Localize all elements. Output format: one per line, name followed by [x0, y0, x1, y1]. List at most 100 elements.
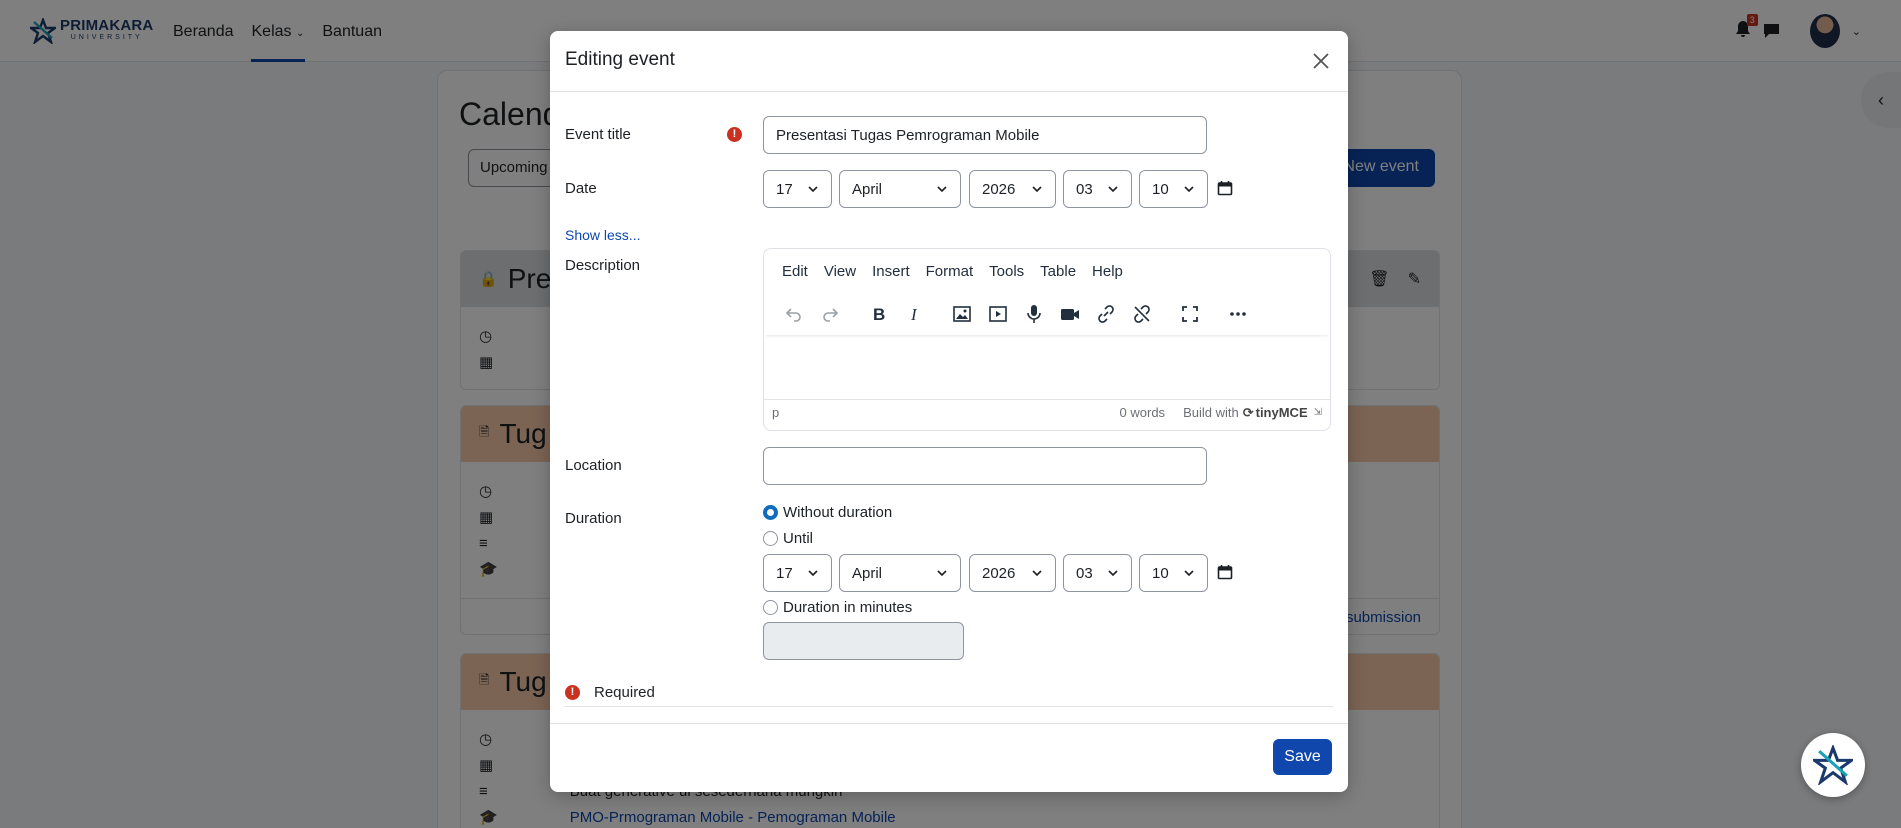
word-count[interactable]: 0 words: [1120, 405, 1166, 420]
menu-help[interactable]: Help: [1084, 263, 1131, 280]
chevron-down-icon: [1032, 570, 1042, 577]
date-month-select[interactable]: April: [839, 170, 961, 208]
duration-minutes-label: Duration in minutes: [783, 599, 913, 616]
insert-image-button[interactable]: [944, 297, 980, 331]
editor-toolbar: B I: [764, 293, 1330, 335]
required-icon: !: [727, 127, 742, 142]
until-year-value: 2026: [982, 564, 1016, 582]
fullscreen-icon: [1182, 306, 1198, 322]
video-camera-icon: [1061, 309, 1079, 320]
calendar-icon[interactable]: [1217, 564, 1233, 580]
assistant-launcher-button[interactable]: [1801, 733, 1865, 797]
event-title-input[interactable]: [763, 116, 1207, 154]
duration-minutes-input[interactable]: [763, 622, 964, 660]
date-minute-value: 10: [1152, 180, 1169, 198]
modal-header: Editing event: [550, 31, 1348, 92]
record-video-button[interactable]: [1052, 297, 1088, 331]
chevron-down-icon: [1108, 186, 1118, 193]
chevron-down-icon: [937, 186, 947, 193]
until-hour-select[interactable]: 03: [1063, 554, 1132, 592]
date-year-select[interactable]: 2026: [969, 170, 1056, 208]
duration-without-option[interactable]: Without duration: [763, 504, 892, 521]
until-month-select[interactable]: April: [839, 554, 961, 592]
redo-button[interactable]: [812, 297, 848, 331]
until-day-select[interactable]: 17: [763, 554, 832, 592]
chevron-down-icon: [808, 186, 818, 193]
duration-without-label: Without duration: [783, 504, 893, 521]
save-button[interactable]: Save: [1273, 739, 1332, 775]
redo-icon: [823, 308, 839, 322]
duration-until-option[interactable]: Until: [763, 530, 813, 547]
image-icon: [953, 306, 971, 322]
description-label: Description: [565, 257, 641, 274]
bold-button[interactable]: B: [860, 297, 896, 331]
date-hour-select[interactable]: 03: [1063, 170, 1132, 208]
required-note: ! Required: [565, 679, 1333, 707]
editor-statusbar: p 0 words Build with ⟳ tinyMCE ⇲: [764, 399, 1330, 425]
link-icon: [1098, 305, 1114, 323]
until-year-select[interactable]: 2026: [969, 554, 1056, 592]
editing-event-modal: Editing event Event title ! Date 17 Apri…: [550, 31, 1348, 792]
microphone-icon: [1027, 305, 1041, 323]
undo-button[interactable]: [776, 297, 812, 331]
date-hour-value: 03: [1076, 180, 1093, 198]
resize-handle-icon[interactable]: ⇲: [1314, 407, 1322, 418]
until-day-value: 17: [776, 564, 793, 582]
location-input[interactable]: [763, 447, 1207, 485]
date-day-select[interactable]: 17: [763, 170, 832, 208]
until-minute-select[interactable]: 10: [1139, 554, 1208, 592]
undo-icon: [785, 308, 801, 322]
build-with-label: Build with: [1183, 405, 1239, 420]
radio-unchecked[interactable]: [763, 600, 778, 615]
description-editor: Edit View Insert Format Tools Table Help…: [763, 248, 1331, 431]
menu-format[interactable]: Format: [918, 263, 982, 280]
menu-table[interactable]: Table: [1032, 263, 1084, 280]
required-icon: !: [565, 685, 580, 700]
modal-title: Editing event: [565, 49, 675, 70]
element-path[interactable]: p: [772, 405, 779, 420]
date-year-value: 2026: [982, 180, 1016, 198]
date-month-value: April: [852, 180, 883, 198]
fullscreen-button[interactable]: [1172, 297, 1208, 331]
radio-unchecked[interactable]: [763, 531, 778, 546]
close-icon[interactable]: [1311, 51, 1331, 71]
menu-insert[interactable]: Insert: [864, 263, 918, 280]
svg-text:I: I: [910, 305, 918, 324]
chevron-down-icon: [1184, 186, 1194, 193]
primakara-logo-icon: [1813, 745, 1853, 785]
required-text: Required: [594, 684, 655, 701]
chevron-down-icon: [1108, 570, 1118, 577]
svg-text:B: B: [873, 305, 885, 324]
date-minute-select[interactable]: 10: [1139, 170, 1208, 208]
more-button[interactable]: [1220, 297, 1256, 331]
event-title-label: Event title: [565, 126, 631, 143]
more-icon: [1230, 312, 1246, 316]
chevron-down-icon: [937, 570, 947, 577]
calendar-icon[interactable]: [1217, 180, 1233, 196]
menu-view[interactable]: View: [816, 263, 864, 280]
italic-button[interactable]: I: [896, 297, 932, 331]
chevron-down-icon: [1032, 186, 1042, 193]
chevron-down-icon: [808, 570, 818, 577]
date-label: Date: [565, 180, 597, 197]
duration-until-label: Until: [783, 530, 814, 547]
editor-content-area[interactable]: [764, 335, 1330, 399]
menu-tools[interactable]: Tools: [981, 263, 1032, 280]
link-button[interactable]: [1088, 297, 1124, 331]
unlink-button[interactable]: [1124, 297, 1160, 331]
menu-edit[interactable]: Edit: [774, 263, 816, 280]
until-month-value: April: [852, 564, 883, 582]
duration-label: Duration: [565, 510, 622, 527]
until-minute-value: 10: [1152, 564, 1169, 582]
insert-media-button[interactable]: [980, 297, 1016, 331]
duration-minutes-option[interactable]: Duration in minutes: [763, 599, 912, 616]
chevron-down-icon: [1184, 570, 1194, 577]
unlink-icon: [1134, 305, 1150, 323]
tinymce-logo-icon[interactable]: ⟳: [1243, 405, 1254, 421]
date-day-value: 17: [776, 180, 793, 198]
show-less-link[interactable]: Show less...: [565, 227, 640, 243]
tinymce-brand[interactable]: tinyMCE: [1256, 405, 1308, 420]
record-audio-button[interactable]: [1016, 297, 1052, 331]
radio-checked[interactable]: [763, 505, 778, 520]
until-hour-value: 03: [1076, 564, 1093, 582]
